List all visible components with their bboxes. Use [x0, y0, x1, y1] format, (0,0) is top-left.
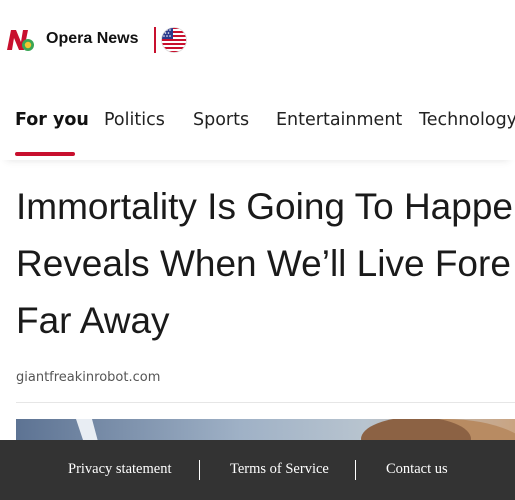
tab-sports[interactable]: Sports [193, 108, 249, 132]
news-page: Opera News For you Politics Sports Enter… [0, 0, 515, 500]
brand-divider [154, 27, 156, 53]
us-flag-icon[interactable] [161, 27, 187, 53]
privacy-statement-link[interactable]: Privacy statement [68, 461, 171, 478]
footer-bar: Privacy statement Terms of Service Conta… [0, 440, 515, 500]
article-headline: Immortality Is Going To Happe Reveals Wh… [16, 178, 515, 349]
brand-name[interactable]: Opera News [46, 30, 138, 48]
terms-of-service-link[interactable]: Terms of Service [230, 461, 329, 478]
active-tab-indicator [15, 152, 75, 156]
tab-politics[interactable]: Politics [104, 108, 165, 132]
category-nav: For you Politics Sports Entertainment Te… [0, 96, 515, 160]
contact-us-link[interactable]: Contact us [386, 461, 448, 478]
site-header: Opera News [0, 0, 515, 80]
footer-separator [199, 460, 200, 480]
footer-separator [355, 460, 356, 480]
opera-news-logo-icon[interactable] [6, 28, 36, 52]
tab-for-you[interactable]: For you [15, 108, 89, 132]
headline-line: Immortality Is Going To Happe [16, 186, 513, 227]
article-divider [16, 402, 515, 403]
tab-entertainment[interactable]: Entertainment [276, 108, 402, 132]
tab-technology[interactable]: Technology [419, 108, 515, 132]
article-source-link[interactable]: giantfreakinrobot.com [16, 370, 160, 385]
headline-line: Far Away [16, 300, 170, 341]
headline-line: Reveals When We’ll Live Fore [16, 243, 511, 284]
